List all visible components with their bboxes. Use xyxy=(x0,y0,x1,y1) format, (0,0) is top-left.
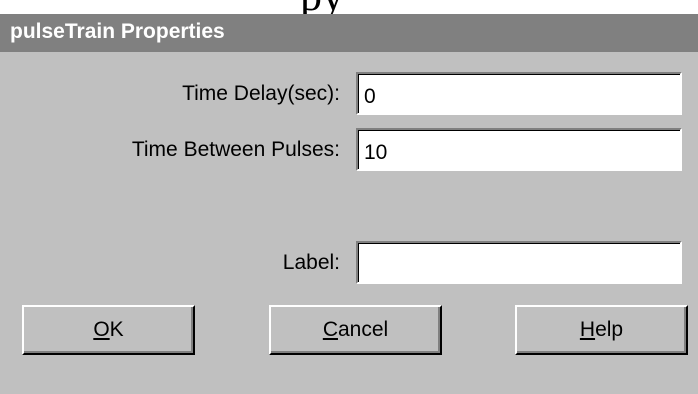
dialog-title: pulseTrain Properties xyxy=(10,20,225,43)
help-button[interactable]: Help xyxy=(515,305,688,355)
cancel-button[interactable]: Cancel xyxy=(269,305,442,355)
page: py pulseTrain Properties Time Delay(sec)… xyxy=(0,0,698,394)
time-delay-input[interactable] xyxy=(356,72,682,115)
help-button-mnemonic: H xyxy=(579,318,596,341)
properties-dialog: pulseTrain Properties Time Delay(sec): T… xyxy=(0,14,698,394)
help-button-label-rest: elp xyxy=(595,318,624,341)
dialog-titlebar[interactable]: pulseTrain Properties xyxy=(0,14,698,52)
label-field-label: Label: xyxy=(282,251,340,274)
label-input[interactable] xyxy=(356,241,682,284)
ok-button-label-rest: K xyxy=(109,318,124,341)
cancel-button-label-rest: ancel xyxy=(337,318,389,341)
ok-button-mnemonic: O xyxy=(93,318,110,341)
ok-button[interactable]: OK xyxy=(22,305,195,355)
time-between-pulses-input[interactable] xyxy=(356,128,682,171)
time-delay-label: Time Delay(sec): xyxy=(182,82,340,105)
time-between-pulses-label: Time Between Pulses: xyxy=(131,138,340,161)
cancel-button-mnemonic: C xyxy=(322,318,338,341)
